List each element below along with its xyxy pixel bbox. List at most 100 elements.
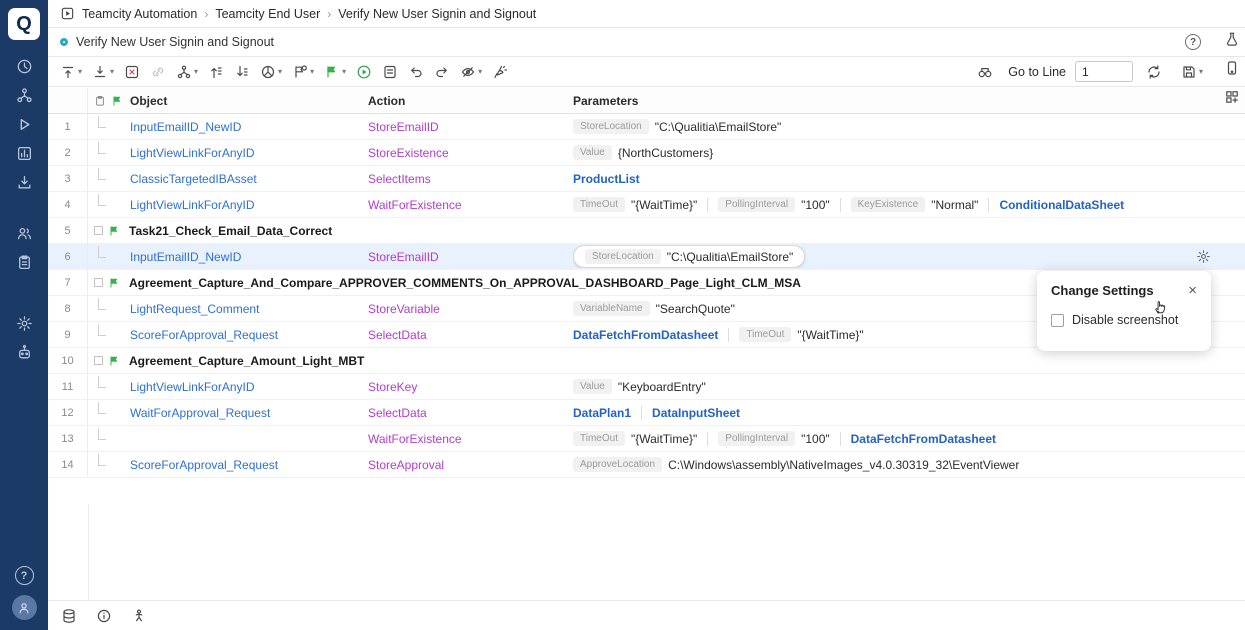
object-cell[interactable]: LightViewLinkForAnyID [126,198,368,212]
action-cell[interactable]: StoreEmailID [368,250,573,264]
object-cell[interactable]: LightViewLinkForAnyID [126,380,368,394]
sync-icon[interactable] [1142,62,1166,82]
collapse-checkbox[interactable] [94,278,103,287]
param-value[interactable]: {NorthCustomers} [618,146,713,160]
disable-screenshot-checkbox[interactable] [1051,314,1064,327]
action-cell[interactable]: WaitForExistence [368,432,573,446]
parameters-cell[interactable]: TimeOut"{WaitTime}" PollingInterval"100"… [573,197,1245,212]
datasheet-link[interactable]: DataFetchFromDatasheet [573,328,718,342]
action-cell[interactable]: StoreApproval [368,458,573,472]
flag-manage-button[interactable]: ▾ [288,62,318,82]
clear-format-button[interactable] [488,62,512,82]
delete-step-button[interactable] [120,62,144,82]
step-row[interactable]: 4 LightViewLinkForAnyID WaitForExistence… [48,192,1245,218]
step-row[interactable]: 1 InputEmailID_NewID StoreEmailID StoreL… [48,114,1245,140]
step-row[interactable]: 12 WaitForApproval_Request SelectData Da… [48,400,1245,426]
device-icon[interactable] [1224,60,1240,76]
param-edit-pill[interactable]: StoreLocation "C:\Qualitia\EmailStore" [573,245,805,268]
param-value[interactable]: "100" [801,432,830,446]
tasks-icon[interactable] [0,248,48,277]
datasheet-link[interactable]: ConditionalDataSheet [999,198,1124,212]
redo-button[interactable] [430,62,454,82]
group-row[interactable]: 10 Agreement_Capture_Amount_Light_MBT [48,348,1245,374]
find-icon[interactable] [973,62,997,82]
info-icon[interactable] [96,608,112,624]
action-cell[interactable]: SelectItems [368,172,573,186]
hide-screenshot-button[interactable]: ▾ [456,62,486,82]
action-cell[interactable]: SelectData [368,406,573,420]
collapse-checkbox[interactable] [94,226,103,235]
param-value[interactable]: "{WaitTime}" [631,198,697,212]
group-title[interactable]: Task21_Check_Email_Data_Correct [126,224,332,238]
param-value[interactable]: "C:\Qualitia\EmailStore" [655,120,782,134]
database-icon[interactable] [61,608,77,624]
settings-icon[interactable] [0,309,48,338]
collapse-checkbox[interactable] [94,356,103,365]
goto-line-input[interactable] [1075,61,1133,82]
action-cell[interactable]: WaitForExistence [368,198,573,212]
datasheet-link[interactable]: DataFetchFromDatasheet [851,432,996,446]
import-icon[interactable] [0,168,48,197]
users-icon[interactable] [0,219,48,248]
flag-button[interactable]: ▾ [320,62,350,82]
clipboard-icon[interactable] [94,95,106,107]
parameters-cell[interactable]: ApproveLocationC:\Windows\assembly\Nativ… [573,457,1245,472]
history-icon[interactable] [0,52,48,81]
undo-button[interactable] [404,62,428,82]
form-view-button[interactable] [378,62,402,82]
object-cell[interactable]: LightViewLinkForAnyID [126,146,368,160]
breadcrumb-item[interactable]: Verify New User Signin and Signout [338,7,536,21]
object-cell[interactable]: WaitForApproval_Request [126,406,368,420]
object-cell[interactable]: InputEmailID_NewID [126,120,368,134]
help-icon[interactable]: ? [15,566,34,585]
action-cell[interactable]: StoreKey [368,380,573,394]
parameters-cell[interactable]: StoreLocation "C:\Qualitia\EmailStore" [573,245,1245,268]
param-value[interactable]: "Normal" [931,198,978,212]
param-value[interactable]: "{WaitTime}" [631,432,697,446]
param-value[interactable]: "{WaitTime}" [797,328,863,342]
object-cell[interactable]: ScoreForApproval_Request [126,328,368,342]
param-value[interactable]: "C:\Qualitia\EmailStore" [667,250,794,264]
reports-icon[interactable] [0,139,48,168]
action-cell[interactable]: StoreVariable [368,302,573,316]
run-step-button[interactable] [352,62,376,82]
step-row[interactable]: 11 LightViewLinkForAnyID StoreKey Value"… [48,374,1245,400]
flask-icon[interactable] [1224,31,1240,47]
unlink-icon[interactable] [146,62,170,82]
action-cell[interactable]: SelectData [368,328,573,342]
param-value[interactable]: "100" [801,198,830,212]
object-cell[interactable]: ScoreForApproval_Request [126,458,368,472]
action-cell[interactable]: StoreEmailID [368,120,573,134]
column-header-object[interactable]: Object [126,94,368,108]
step-row[interactable]: 14 ScoreForApproval_Request StoreApprova… [48,452,1245,478]
param-value[interactable]: C:\Windows\assembly\NativeImages_v4.0.30… [668,458,1019,472]
insert-step-below-button[interactable]: ▾ [88,62,118,82]
datasheet-link[interactable]: ProductList [573,172,640,186]
param-value[interactable]: "KeyboardEntry" [618,380,706,394]
bot-icon[interactable] [0,338,48,367]
object-cell[interactable]: InputEmailID_NewID [126,250,368,264]
row-settings-gear-icon[interactable] [1196,249,1211,264]
param-value[interactable]: "SearchQuote" [656,302,735,316]
object-cell[interactable]: LightRequest_Comment [126,302,368,316]
parameters-cell[interactable]: Value{NorthCustomers} [573,145,1245,160]
grid-plus-icon[interactable] [1224,89,1240,105]
object-cell[interactable]: ClassicTargetedIBAsset [126,172,368,186]
move-step-down-button[interactable] [230,62,254,82]
group-title[interactable]: Agreement_Capture_Amount_Light_MBT [126,354,364,368]
group-steps-button[interactable]: ▾ [172,62,202,82]
parameters-cell[interactable]: StoreLocation"C:\Qualitia\EmailStore" [573,119,1245,134]
parameters-cell[interactable]: DataPlan1 DataInputSheet [573,406,1245,420]
step-row[interactable]: 13 WaitForExistence TimeOut"{WaitTime}" … [48,426,1245,452]
step-row-selected[interactable]: 6 InputEmailID_NewID StoreEmailID StoreL… [48,244,1245,270]
step-row[interactable]: 2 LightViewLinkForAnyID StoreExistence V… [48,140,1245,166]
move-step-up-button[interactable] [204,62,228,82]
help-circle-icon[interactable]: ? [1185,34,1201,50]
parameters-cell[interactable]: TimeOut"{WaitTime}" PollingInterval"100"… [573,431,1245,446]
runner-icon[interactable] [131,608,147,624]
close-icon[interactable]: × [1188,283,1197,298]
action-cell[interactable]: StoreExistence [368,146,573,160]
develop-icon[interactable] [0,81,48,110]
breadcrumb-item[interactable]: Teamcity End User [215,7,320,21]
execute-icon[interactable] [0,110,48,139]
